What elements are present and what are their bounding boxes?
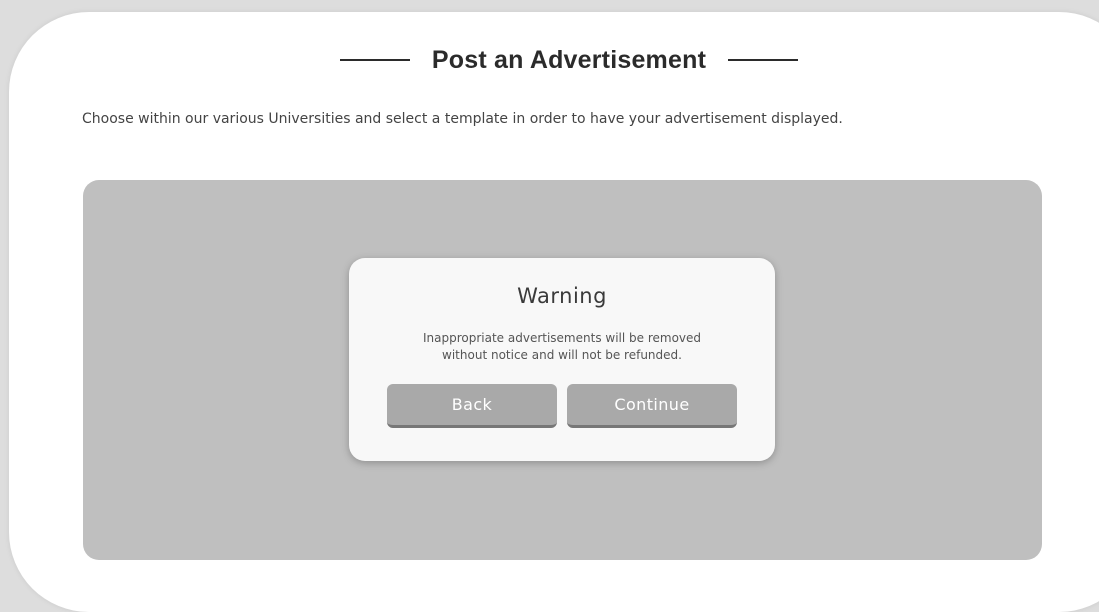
back-button[interactable]: Back <box>387 384 557 428</box>
page-title: Post an Advertisement <box>431 45 707 74</box>
dialog-message-line-2: without notice and will not be refunded. <box>442 348 682 362</box>
title-left-rule <box>339 59 410 61</box>
page-title-row: Post an Advertisement <box>9 40 1099 80</box>
intro-text: Choose within our various Universities a… <box>82 111 843 127</box>
dialog-message: Inappropriate advertisements will be rem… <box>349 330 775 364</box>
title-right-rule <box>728 59 799 61</box>
dialog-title: Warning <box>517 284 607 308</box>
warning-dialog: Warning Inappropriate advertisements wil… <box>349 258 775 461</box>
continue-button[interactable]: Continue <box>567 384 737 428</box>
dialog-message-line-1: Inappropriate advertisements will be rem… <box>422 331 702 345</box>
